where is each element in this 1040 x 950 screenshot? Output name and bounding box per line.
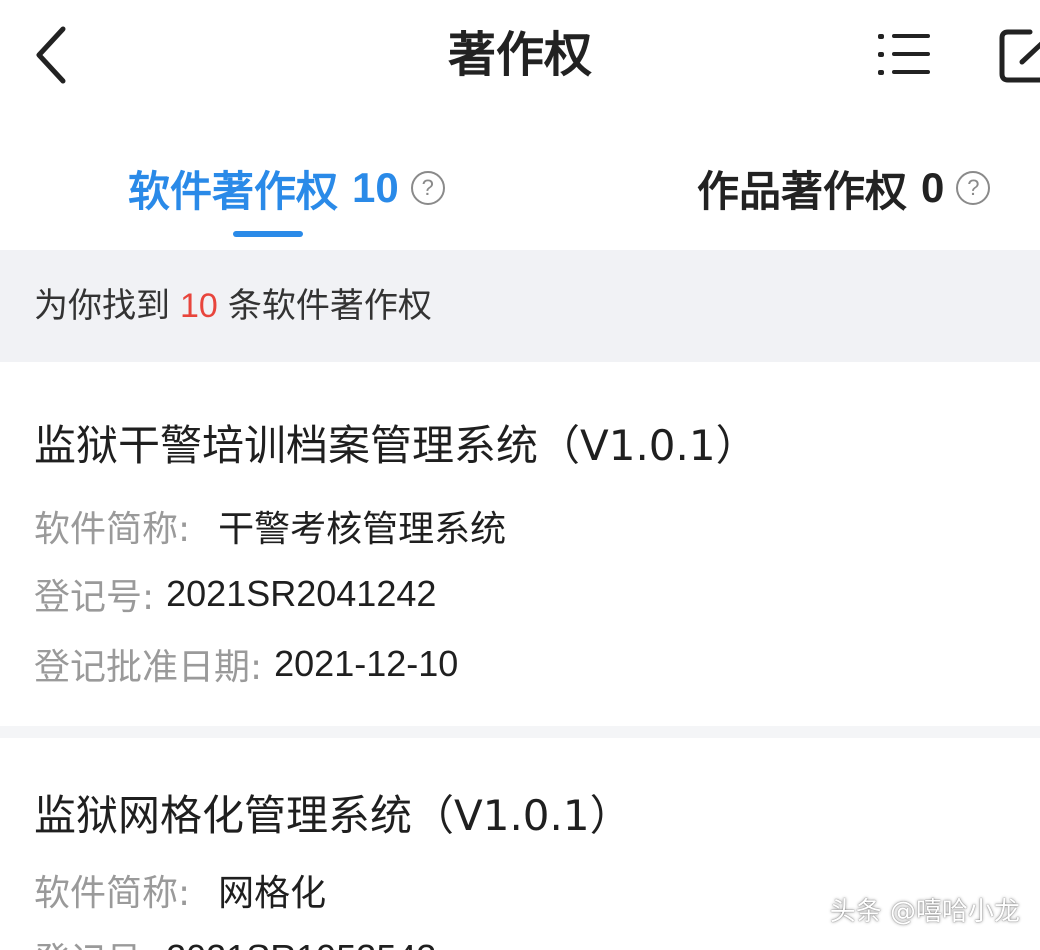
short-name-field: 软件简称: 网格化: [34, 864, 326, 916]
approval-date-value: 2021-12-10: [274, 643, 459, 684]
watermark: 头条 @嘻哈小龙: [829, 897, 1020, 927]
tab-bar: 软件著作权 10 ? 作品著作权 0 ?: [0, 120, 1040, 250]
short-name-label: 软件简称:: [34, 873, 191, 914]
short-name-value: 网格化: [218, 873, 327, 914]
result-count: 10: [180, 287, 218, 325]
app-header: 著作权: [0, 0, 1040, 121]
tab-software-copyright[interactable]: 软件著作权 10 ?: [128, 158, 445, 218]
registration-number-value: 2021SR2041242: [166, 573, 437, 614]
share-button[interactable]: [996, 22, 1040, 88]
result-suffix: 条软件著作权: [227, 286, 432, 326]
active-tab-indicator: [233, 231, 303, 237]
registration-number-value: 2021SR1953543: [166, 937, 436, 950]
tab-count: 10: [352, 164, 399, 211]
record-title: 监狱网格化管理系统（V1.0.1）: [34, 791, 632, 840]
approval-date-field: 登记批准日期: 2021-12-10: [34, 638, 458, 690]
registration-number-field: 登记号: 2021SR1953543: [34, 932, 436, 950]
tab-count: 0: [921, 164, 945, 211]
result-prefix: 为你找到: [34, 286, 170, 326]
registration-number-label: 登记号:: [34, 577, 155, 618]
tab-works-copyright[interactable]: 作品著作权 0 ?: [697, 158, 991, 218]
result-summary: 为你找到 10 条软件著作权: [34, 250, 432, 362]
card-divider: [0, 726, 1040, 738]
list-icon: [878, 34, 930, 75]
share-icon: [999, 29, 1040, 83]
short-name-label: 软件简称:: [34, 509, 191, 550]
tab-label: 软件著作权: [128, 166, 339, 216]
help-icon[interactable]: ?: [956, 171, 991, 205]
short-name-field: 软件简称: 干警考核管理系统: [34, 500, 506, 552]
result-summary-bar: 为你找到 10 条软件著作权: [0, 250, 1040, 362]
approval-date-label: 登记批准日期:: [34, 647, 263, 688]
short-name-value: 干警考核管理系统: [218, 509, 507, 550]
registration-number-label: 登记号:: [34, 932, 154, 950]
menu-button[interactable]: [872, 26, 936, 84]
copyright-record-card[interactable]: 监狱干警培训档案管理系统（V1.0.1） 软件简称: 干警考核管理系统 登记号:…: [0, 362, 1040, 726]
registration-number-field: 登记号: 2021SR2041242: [34, 568, 436, 620]
help-icon[interactable]: ?: [410, 171, 445, 205]
record-title: 监狱干警培训档案管理系统（V1.0.1）: [34, 421, 758, 470]
tab-label: 作品著作权: [697, 166, 908, 216]
